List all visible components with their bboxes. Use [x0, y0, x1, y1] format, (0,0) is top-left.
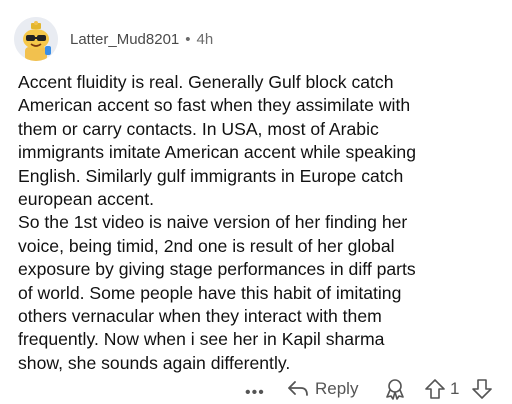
- comment-line: immigrants imitate American accent while…: [18, 142, 416, 163]
- reply-label: Reply: [315, 379, 359, 398]
- comment-line: of world. Some people have this habit of…: [18, 282, 402, 303]
- comment-line: So the 1st video is naive version of her…: [18, 212, 408, 233]
- downvote-arrow-icon: [472, 379, 492, 399]
- comment-line: show, she sounds again differently.: [18, 352, 291, 373]
- reply-arrow-icon: [288, 381, 308, 396]
- user-avatar[interactable]: [14, 17, 58, 61]
- upvote-arrow-icon: [425, 379, 445, 399]
- comment-line: european accent.: [18, 189, 154, 210]
- meta-separator: •: [185, 30, 191, 48]
- downvote-button[interactable]: [471, 378, 493, 400]
- comment-line: others vernacular when they interact wit…: [18, 306, 382, 327]
- comment-actions: ••• Reply 1: [0, 376, 512, 402]
- vote-count: 1: [450, 379, 460, 398]
- more-options-button[interactable]: •••: [245, 384, 265, 402]
- comment-line: English. Similarly gulf immigrants in Eu…: [18, 165, 404, 186]
- snoo-avatar-icon: [14, 17, 58, 61]
- comment-line: Accent fluidity is real. Generally Gulf …: [18, 72, 394, 92]
- comment-header: Latter_Mud8201 • 4h: [14, 14, 213, 64]
- comment-line: frequently. Now when i see her in Kapil …: [18, 329, 385, 350]
- comment-age: 4h: [196, 30, 214, 48]
- comment-line: voice, being timid, 2nd one is result of…: [18, 235, 395, 256]
- reply-button[interactable]: Reply: [287, 376, 358, 402]
- comment-line: American accent so fast when they assimi…: [18, 95, 411, 116]
- award-icon: [386, 379, 404, 400]
- comment-line: exposure by giving stage performances in…: [18, 259, 416, 280]
- award-button[interactable]: [384, 378, 406, 400]
- comment-body: Accent fluidity is real. Generally Gulf …: [18, 71, 506, 375]
- comment-line: them or carry contacts. In USA, most of …: [18, 118, 379, 139]
- username[interactable]: Latter_Mud8201: [70, 31, 179, 48]
- upvote-button[interactable]: [424, 378, 446, 400]
